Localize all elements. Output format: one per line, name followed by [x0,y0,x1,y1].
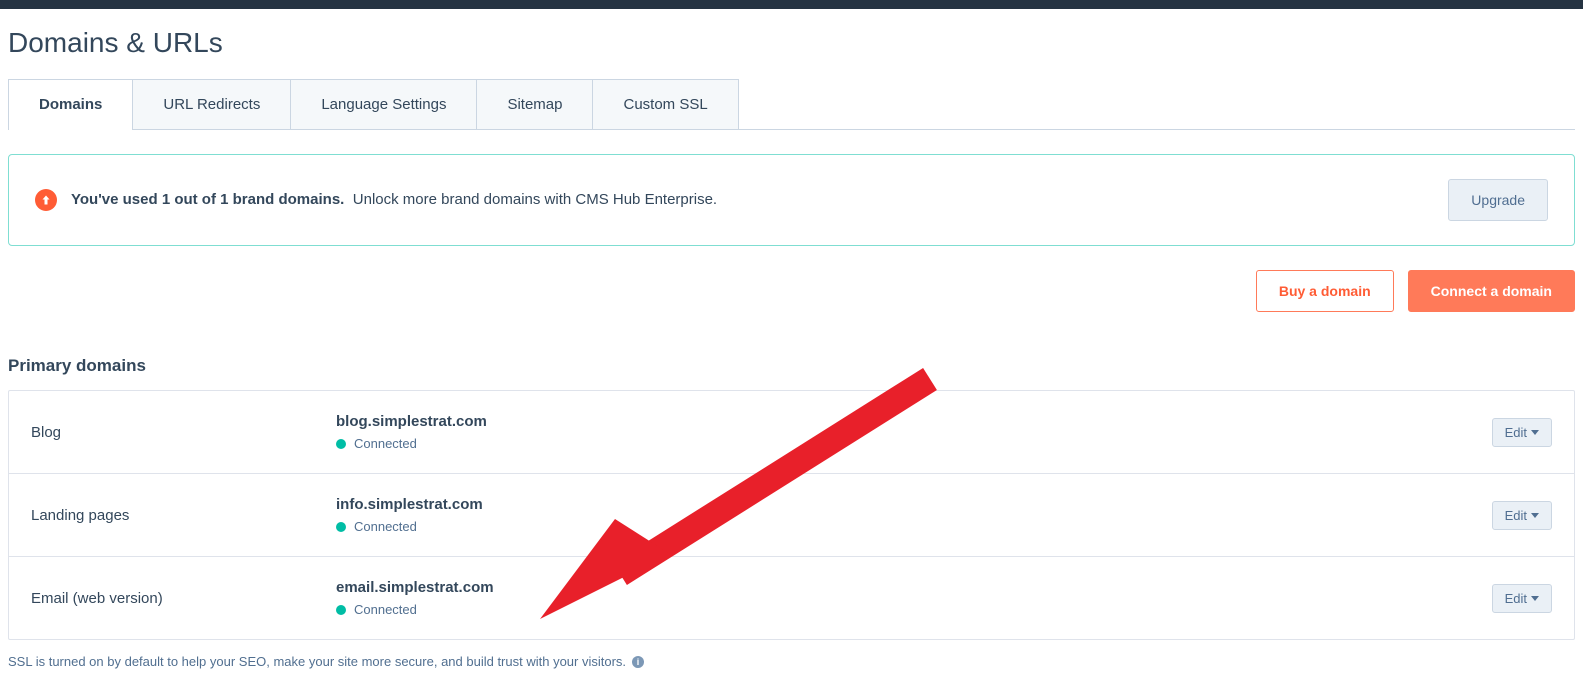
notice-bold-text: You've used 1 out of 1 brand domains. [71,191,344,208]
domain-info: email.simplestrat.com Connected [336,579,1492,617]
status-dot-icon [336,439,346,449]
primary-domains-heading: Primary domains [8,356,1575,376]
notice-sub-text: Unlock more brand domains with CMS Hub E… [353,191,717,208]
edit-domain-button[interactable]: Edit [1492,418,1552,447]
edit-domain-button[interactable]: Edit [1492,584,1552,613]
edit-label: Edit [1505,425,1527,440]
page-title: Domains & URLs [8,27,1575,59]
domain-status: Connected [336,602,1492,617]
domain-info: blog.simplestrat.com Connected [336,413,1492,451]
domain-status: Connected [336,436,1492,451]
tab-custom-ssl[interactable]: Custom SSL [592,79,738,129]
domain-info: info.simplestrat.com Connected [336,496,1492,534]
notice-left: You've used 1 out of 1 brand domains. Un… [35,189,717,211]
caret-down-icon [1531,430,1539,435]
edit-label: Edit [1505,508,1527,523]
domain-status: Connected [336,519,1492,534]
status-text: Connected [354,602,417,617]
tab-language-settings[interactable]: Language Settings [290,79,477,129]
status-text: Connected [354,436,417,451]
tab-sitemap[interactable]: Sitemap [476,79,593,129]
status-dot-icon [336,605,346,615]
domain-type-label: Landing pages [31,507,336,524]
tabs-bar: Domains URL Redirects Language Settings … [8,79,1575,130]
caret-down-icon [1531,596,1539,601]
upgrade-arrow-icon [35,189,57,211]
status-dot-icon [336,522,346,532]
upgrade-button[interactable]: Upgrade [1448,179,1548,221]
domain-type-label: Email (web version) [31,590,336,607]
page-container: Domains & URLs Domains URL Redirects Lan… [0,9,1583,669]
brand-domains-notice: You've used 1 out of 1 brand domains. Un… [8,154,1575,246]
footnote-text: SSL is turned on by default to help your… [8,654,626,669]
domain-action-row: Buy a domain Connect a domain [8,270,1575,312]
domain-row-blog: Blog blog.simplestrat.com Connected Edit [9,391,1574,474]
domain-name: email.simplestrat.com [336,579,1492,596]
ssl-footnote: SSL is turned on by default to help your… [8,654,1575,669]
primary-domains-list: Blog blog.simplestrat.com Connected Edit… [8,390,1575,640]
app-topbar [0,0,1583,9]
domain-name: blog.simplestrat.com [336,413,1492,430]
domain-name: info.simplestrat.com [336,496,1492,513]
tab-url-redirects[interactable]: URL Redirects [132,79,291,129]
status-text: Connected [354,519,417,534]
notice-text-wrap: You've used 1 out of 1 brand domains. Un… [71,191,717,209]
edit-label: Edit [1505,591,1527,606]
domain-row-landing: Landing pages info.simplestrat.com Conne… [9,474,1574,557]
caret-down-icon [1531,513,1539,518]
tab-domains[interactable]: Domains [8,79,133,129]
domain-row-email: Email (web version) email.simplestrat.co… [9,557,1574,639]
domain-type-label: Blog [31,424,336,441]
buy-domain-button[interactable]: Buy a domain [1256,270,1394,312]
info-icon[interactable]: i [632,656,644,668]
connect-domain-button[interactable]: Connect a domain [1408,270,1575,312]
edit-domain-button[interactable]: Edit [1492,501,1552,530]
